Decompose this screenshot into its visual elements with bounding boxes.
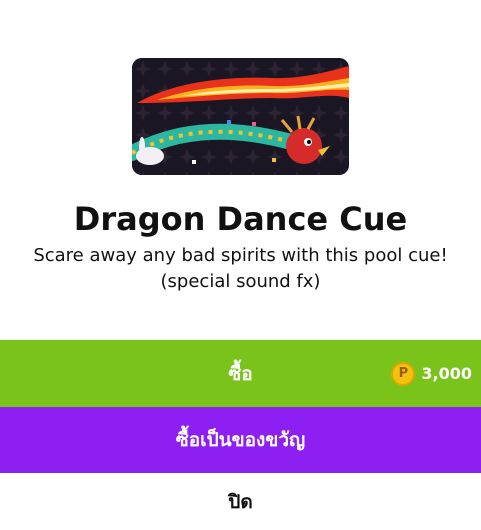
price-value: 3,000 (421, 364, 472, 383)
item-description-line2: (special sound fx) (160, 271, 321, 292)
close-button-label: ปิด (228, 490, 253, 513)
close-button[interactable]: ปิด (0, 473, 481, 530)
item-description-line1: Scare away any bad spirits with this poo… (33, 245, 448, 266)
buy-button[interactable]: ซื้อ P 3,000 (0, 340, 481, 407)
buy-as-gift-button[interactable]: ซื้อเป็นของขวัญ (0, 407, 481, 473)
price-tag: P 3,000 (391, 340, 472, 407)
dragon-cue-image (132, 58, 349, 175)
item-description: Scare away any bad spirits with this poo… (30, 243, 451, 295)
buy-as-gift-label: ซื้อเป็นของขวัญ (175, 429, 306, 451)
coin-icon: P (391, 361, 416, 386)
buy-button-label: ซื้อ (228, 362, 253, 385)
item-title: Dragon Dance Cue (73, 200, 408, 238)
